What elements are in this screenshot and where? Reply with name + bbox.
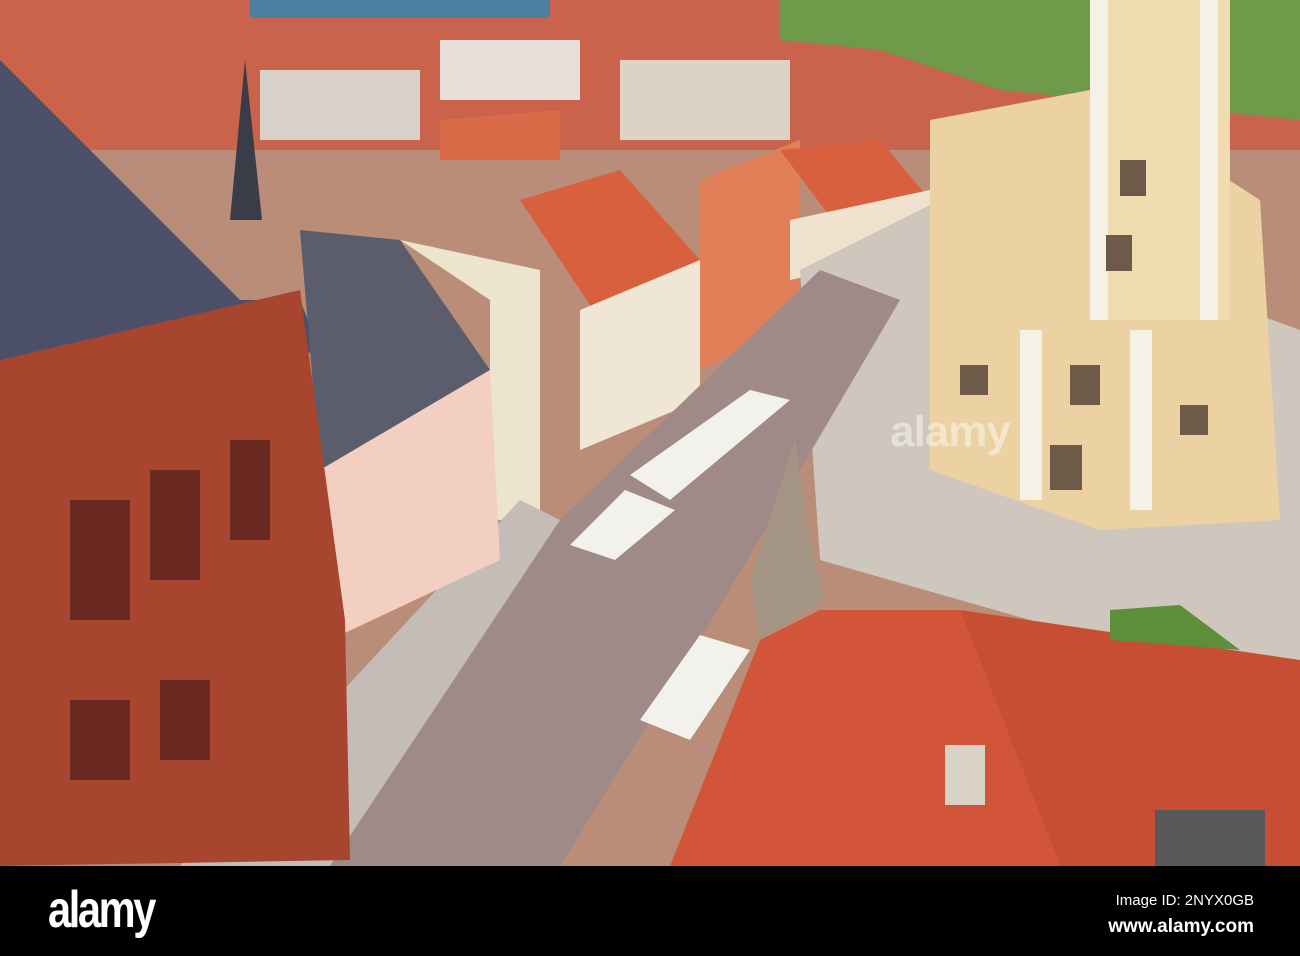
site-url: www.alamy.com — [1108, 916, 1254, 937]
building — [620, 60, 790, 140]
stock-photo-page: alamy alamy Image ID: 2NYX0GB www.alamy.… — [0, 0, 1300, 956]
bridge — [250, 0, 550, 18]
photo-old-town-square — [0, 0, 1300, 866]
image-id: Image ID: 2NYX0GB — [1115, 892, 1254, 909]
building — [260, 70, 420, 140]
chimney — [945, 745, 985, 805]
roof-window — [1155, 810, 1265, 866]
building — [440, 40, 580, 100]
alamy-logo: alamy — [48, 881, 156, 939]
footer-bar: alamy Image ID: 2NYX0GB www.alamy.com — [0, 866, 1300, 956]
